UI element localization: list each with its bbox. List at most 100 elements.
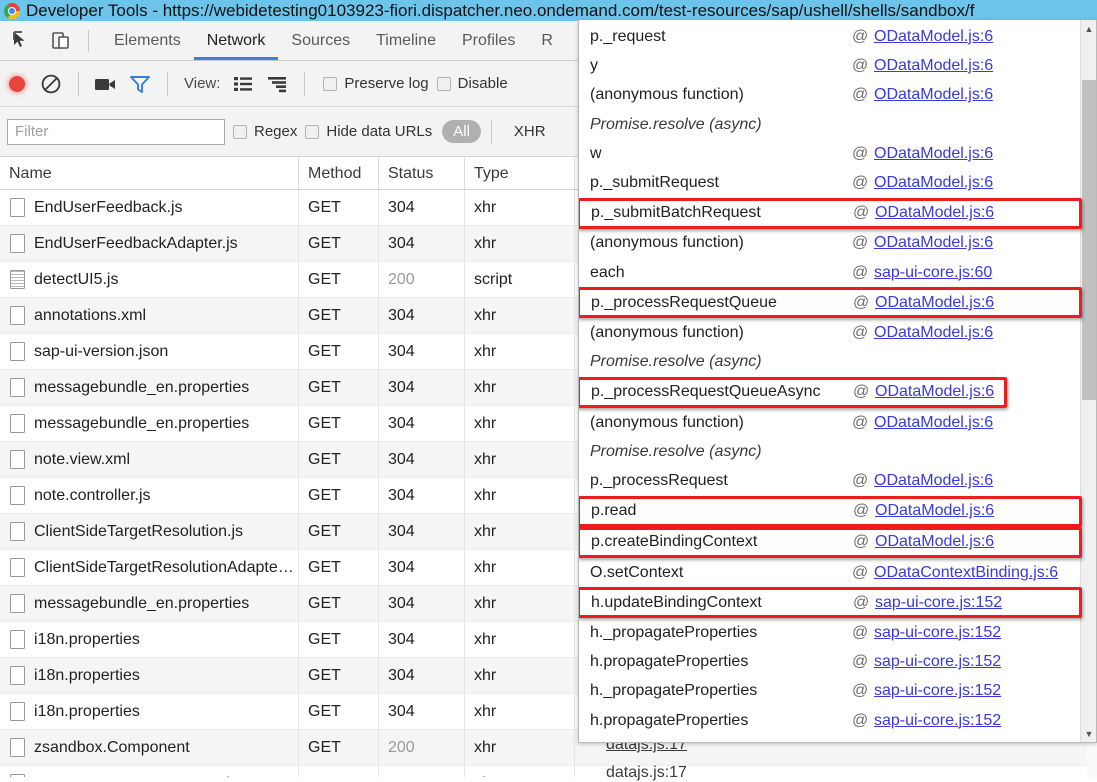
checkbox-box[interactable] xyxy=(233,124,247,139)
record-button-icon[interactable] xyxy=(0,69,34,99)
frame-source-link[interactable]: ODataModel.js:6 xyxy=(875,204,994,222)
callstack-frame[interactable]: O.setContext @ ODataContextBinding.js:6 xyxy=(579,558,1082,587)
callstack-frame[interactable]: (anonymous function) @ ODataModel.js:6 xyxy=(579,408,1082,437)
callstack-frame[interactable]: h._propagateProperties @ sap-ui-core.js:15… xyxy=(579,677,1082,706)
cell-status: 304 xyxy=(379,442,465,477)
callstack-frame-highlighted[interactable]: p._processRequestQueue @ ODataModel.js:6 xyxy=(579,287,1082,319)
table-row[interactable]: ZJERRY_SANDBOX_SRV/HEAD200xhr xyxy=(0,766,1097,777)
document-icon xyxy=(10,666,25,685)
toggle-device-toolbar-icon[interactable] xyxy=(46,26,76,56)
column-header-status[interactable]: Status xyxy=(379,157,465,189)
column-header-method[interactable]: Method xyxy=(299,157,379,189)
tab-network[interactable]: Network xyxy=(193,21,279,60)
column-header-type[interactable]: Type xyxy=(465,157,575,189)
callstack-frame[interactable]: w @ ODataModel.js:6 xyxy=(579,139,1082,168)
frame-source-link[interactable]: ODataModel.js:6 xyxy=(874,145,993,163)
frame-source-link[interactable]: sap-ui-core.js:152 xyxy=(874,653,1001,671)
column-header-name[interactable]: Name xyxy=(0,157,299,189)
frame-source-link[interactable]: ODataModel.js:6 xyxy=(874,234,993,252)
cell-status: 304 xyxy=(379,298,465,333)
frame-source-link[interactable]: sap-ui-core.js:60 xyxy=(874,264,992,282)
callstack-frame-highlighted[interactable]: h.updateBindingContext @ sap-ui-core.js:15… xyxy=(579,587,1082,619)
callstack-frame[interactable]: (anonymous function) @ ODataModel.js:6 xyxy=(579,318,1082,347)
frame-function-name: h.updateBindingContext xyxy=(591,593,762,611)
callstack-frame[interactable]: Promise.resolve (async) xyxy=(579,348,1082,377)
hide-data-urls-checkbox[interactable]: Hide data URLs xyxy=(305,123,432,140)
callstack-frame[interactable]: h.propagateProperties @ sap-ui-core.js:152 xyxy=(579,647,1082,676)
scroll-up-arrow-icon[interactable]: ▲ xyxy=(1081,20,1096,37)
filter-type-all[interactable]: All xyxy=(442,120,481,143)
at-symbol: @ xyxy=(852,711,869,729)
tab-timeline[interactable]: Timeline xyxy=(363,21,449,60)
checkbox-box[interactable] xyxy=(323,76,338,91)
filter-input[interactable] xyxy=(7,118,225,145)
callstack-frame[interactable]: p._request @ ODataModel.js:6 xyxy=(579,22,1082,51)
disable-cache-checkbox[interactable]: Disable xyxy=(436,75,508,92)
at-symbol: @ xyxy=(852,56,869,74)
callstack-frame[interactable]: y @ ODataModel.js:6 xyxy=(579,51,1082,80)
cell-status: 304 xyxy=(379,550,465,585)
callstack-popup: p._request @ ODataModel.js:6 y @ ODataModel.j… xyxy=(578,20,1097,743)
cell-method: GET xyxy=(299,586,379,621)
regex-checkbox[interactable]: Regex xyxy=(233,123,297,140)
tab-elements[interactable]: Elements xyxy=(101,21,194,60)
tab-sources[interactable]: Sources xyxy=(278,21,363,60)
frame-source-link[interactable]: ODataModel.js:6 xyxy=(875,383,994,401)
callstack-frame[interactable]: h.propagateProperties @ sap-ui-core.js:152 xyxy=(579,706,1082,735)
callstack-frame[interactable]: (anonymous function) @ ODataModel.js:6 xyxy=(579,81,1082,110)
scroll-down-arrow-icon[interactable]: ▼ xyxy=(1081,725,1096,742)
callstack-frame[interactable]: Promise.resolve (async) xyxy=(579,110,1082,139)
callstack-frame-highlighted[interactable]: p.createBindingContext @ ODataModel.js:6 xyxy=(579,526,1082,558)
frame-source-link[interactable]: ODataModel.js:6 xyxy=(874,324,993,342)
clear-log-icon[interactable] xyxy=(34,69,68,99)
cell-name: ClientSideTargetResolution.js xyxy=(0,514,299,549)
occluded-source-link-2[interactable]: datajs.js:17 xyxy=(606,764,687,782)
at-symbol: @ xyxy=(852,27,869,45)
frame-source-link[interactable]: ODataModel.js:6 xyxy=(874,86,993,104)
callstack-frame-highlighted[interactable]: p._processRequestQueueAsync @ ODataModel.j… xyxy=(579,376,1007,408)
checkbox-box[interactable] xyxy=(305,124,320,139)
frame-function-name: (anonymous function) xyxy=(590,86,744,104)
frame-source-link[interactable]: sap-ui-core.js:152 xyxy=(874,624,1001,642)
cell-status: 304 xyxy=(379,586,465,621)
camera-icon[interactable] xyxy=(89,69,123,99)
frame-source-link[interactable]: ODataModel.js:6 xyxy=(874,28,993,46)
frame-source-link[interactable]: ODataModel.js:6 xyxy=(874,174,993,192)
list-view-icon[interactable] xyxy=(226,69,260,99)
callstack-frame[interactable]: (anonymous function) @ ODataModel.js:6 xyxy=(579,229,1082,258)
callstack-frame-highlighted[interactable]: p._submitBatchRequest @ ODataModel.js:6 xyxy=(579,197,1082,229)
frame-source-link[interactable]: ODataModel.js:6 xyxy=(875,294,994,312)
checkbox-box[interactable] xyxy=(436,76,451,91)
tab-resources[interactable]: R xyxy=(528,21,566,60)
frame-source-link[interactable]: ODataModel.js:6 xyxy=(875,502,994,520)
frame-source-link[interactable]: ODataModel.js:6 xyxy=(874,472,993,490)
callstack-frame[interactable]: Promise.resolve (async) xyxy=(579,437,1082,466)
request-name: EndUserFeedback.js xyxy=(34,198,183,216)
scrollbar-thumb[interactable] xyxy=(1082,80,1096,400)
cell-name: ZJERRY_SANDBOX_SRV/ xyxy=(0,766,299,777)
callstack-frame[interactable]: h._propagateProperties @ sap-ui-core.js:15… xyxy=(579,618,1082,647)
frame-source-link[interactable]: ODataContextBinding.js:6 xyxy=(874,564,1058,582)
request-name: detectUI5.js xyxy=(34,270,119,288)
callstack-frame[interactable]: p._submitRequest @ ODataModel.js:6 xyxy=(579,168,1082,197)
preserve-log-checkbox[interactable]: Preserve log xyxy=(323,75,429,92)
frame-source-link[interactable]: sap-ui-core.js:152 xyxy=(874,712,1001,730)
frame-function-name: h.propagateProperties xyxy=(590,711,749,729)
tab-profiles[interactable]: Profiles xyxy=(449,21,528,60)
frame-source-link[interactable]: ODataModel.js:6 xyxy=(875,533,994,551)
inspect-element-icon[interactable] xyxy=(8,26,38,56)
callstack-frame[interactable]: p._processRequest @ ODataModel.js:6 xyxy=(579,467,1082,496)
frame-source-link[interactable]: sap-ui-core.js:152 xyxy=(875,594,1002,612)
frame-function-name: p._submitBatchRequest xyxy=(591,204,761,222)
request-name: note.controller.js xyxy=(34,486,151,504)
filter-type-xhr[interactable]: XHR xyxy=(514,123,546,140)
frame-source-link[interactable]: sap-ui-core.js:152 xyxy=(874,682,1001,700)
frame-source-link[interactable]: ODataModel.js:6 xyxy=(874,57,993,75)
frame-source-link[interactable]: ODataModel.js:6 xyxy=(874,414,993,432)
popup-scrollbar[interactable]: ▲ ▼ xyxy=(1080,20,1096,742)
callstack-frame[interactable]: each @ sap-ui-core.js:60 xyxy=(579,258,1082,287)
funnel-icon[interactable] xyxy=(123,69,157,99)
waterfall-view-icon[interactable] xyxy=(260,69,294,99)
callstack-frame-highlighted[interactable]: p.read @ ODataModel.js:6 xyxy=(579,495,1082,527)
document-icon xyxy=(10,450,25,469)
